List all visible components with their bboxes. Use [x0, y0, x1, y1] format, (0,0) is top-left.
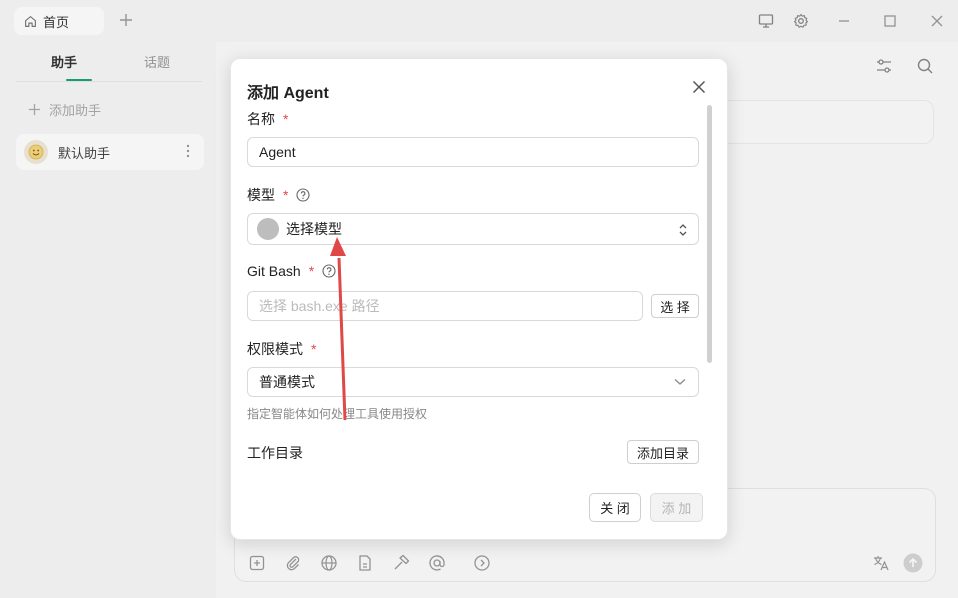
- dialog-title: 添加 Agent: [247, 85, 329, 102]
- add-directory-button[interactable]: 添加目录: [627, 440, 699, 464]
- required-mark: *: [283, 111, 289, 127]
- name-input[interactable]: Agent: [247, 137, 699, 167]
- permission-hint: 指定智能体如何处理工具使用授权: [247, 407, 428, 421]
- model-label: 模型: [247, 187, 275, 203]
- chevron-down-icon: [674, 379, 686, 385]
- workdir-label: 工作目录: [247, 445, 303, 461]
- required-mark: *: [308, 263, 315, 279]
- chevron-up-down-icon: [679, 224, 687, 236]
- required-mark: *: [283, 187, 289, 203]
- close-icon: [692, 80, 706, 94]
- model-avatar: [257, 218, 279, 240]
- model-label-row: 模型 *: [247, 185, 311, 205]
- dialog-scrollbar[interactable]: [707, 105, 712, 363]
- model-select[interactable]: 选择模型: [247, 213, 699, 245]
- permission-select-value: 普通模式: [259, 374, 315, 390]
- select-path-button[interactable]: 选 择: [651, 294, 699, 318]
- help-icon[interactable]: [296, 188, 311, 202]
- add-agent-dialog: 添加 Agent 名称 * Agent 模型 * 选择模型 Git Bash *…: [230, 58, 728, 540]
- permission-label-row: 权限模式 *: [247, 339, 316, 359]
- gitbash-label-row: Git Bash *: [247, 263, 336, 279]
- permission-select[interactable]: 普通模式: [247, 367, 699, 397]
- help-icon[interactable]: [322, 264, 336, 278]
- name-input-value: Agent: [259, 144, 296, 160]
- permission-label: 权限模式: [247, 341, 303, 357]
- model-select-value: 选择模型: [286, 221, 342, 237]
- add-button[interactable]: 添 加: [650, 493, 703, 522]
- close-button[interactable]: 关 闭: [589, 493, 641, 522]
- required-mark: *: [311, 341, 317, 357]
- name-label-row: 名称 *: [247, 109, 288, 129]
- workdir-label-row: 工作目录: [247, 443, 303, 463]
- gitbash-path-placeholder: 选择 bash.exe 路径: [259, 298, 380, 314]
- gitbash-label: Git Bash: [247, 263, 301, 279]
- dialog-close-button[interactable]: [689, 77, 709, 97]
- gitbash-path-input[interactable]: 选择 bash.exe 路径: [247, 291, 643, 321]
- name-label: 名称: [247, 111, 275, 127]
